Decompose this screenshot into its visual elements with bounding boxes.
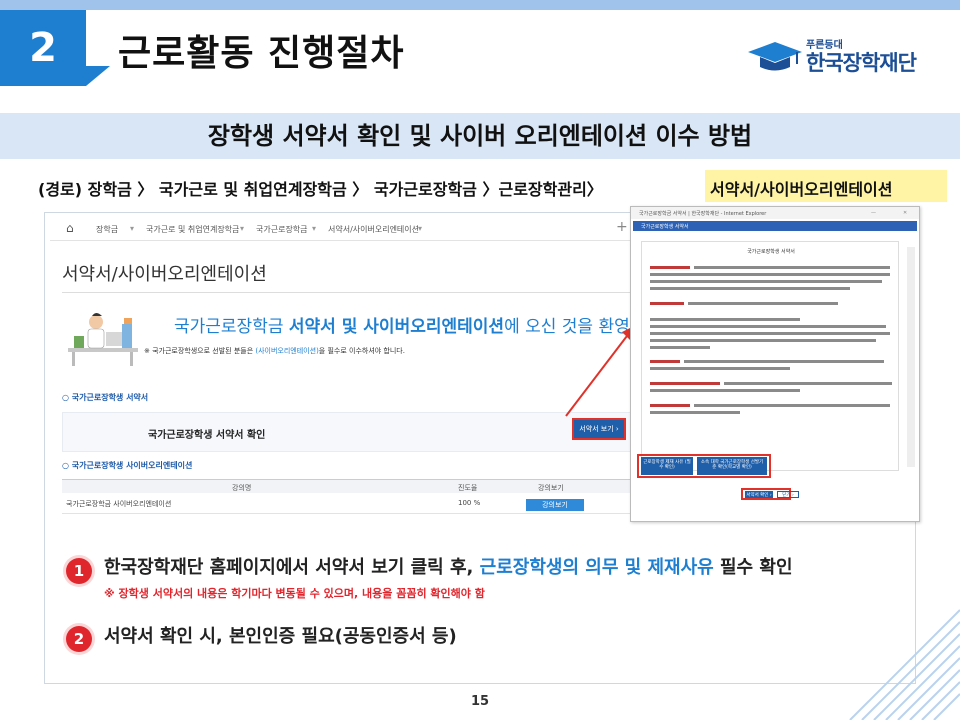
text-line (650, 287, 850, 290)
text-line (650, 266, 690, 269)
nav-item-national-work[interactable]: 국가근로장학금 (256, 224, 308, 235)
note-prefix: ※ 국가근로장학생으로 선발된 분들은 (144, 347, 256, 355)
step-2-badge: 2 (66, 626, 92, 652)
badge-corner (86, 66, 110, 86)
text-line (650, 280, 882, 283)
red-arrow-icon (565, 326, 634, 417)
section-label-pledge: 국가근로장학생 서약서 (62, 392, 148, 403)
text-line (650, 318, 800, 321)
logo-name: 한국장학재단 (806, 51, 917, 75)
confirm-pledge-button[interactable]: 서약서 확인 › (745, 491, 773, 498)
text-line (650, 367, 790, 370)
popup-tab: 국가근로장학생 서약서 (633, 221, 917, 231)
chevron-down-icon: ▾ (130, 224, 135, 233)
lecture-view-button[interactable]: 강의보기 (526, 499, 584, 511)
text-line (650, 346, 710, 349)
site-heading: 서약서/사이버오리엔테이션 (62, 264, 267, 285)
page-number: 15 (470, 694, 490, 709)
lecture-progress: 100 % (458, 499, 481, 507)
welcome-bold: 서약서 및 사이버오리엔테이션 (288, 317, 505, 337)
section-label-ot: 국가근로장학생 사이버오리엔테이션 (62, 460, 193, 471)
table-header: 강의명 진도율 강의보기 (62, 479, 632, 493)
text-line (694, 404, 890, 407)
divider (62, 292, 632, 293)
text-line (650, 404, 690, 407)
popup-tab-label: 국가근로장학생 서약서 (641, 224, 689, 230)
pledge-document: 국가근로장학생 서약서 (641, 241, 899, 471)
text-line (724, 382, 892, 385)
step-2-text: 서약서 확인 시, 본인인증 필요(공동인증서 등) (104, 626, 457, 647)
text-line (650, 389, 800, 392)
chevron-down-icon: ▾ (240, 224, 245, 233)
minimize-icon[interactable]: — (871, 210, 876, 216)
text-line (684, 360, 884, 363)
chevron-down-icon: ▾ (418, 224, 423, 233)
plus-icon[interactable]: + (616, 219, 628, 235)
step-1-accent: 근로장학생의 의무 및 제재사유 (479, 557, 714, 578)
popup-window-title: 국가근로장학금 서약서 | 한국장학재단 - Internet Explorer (639, 211, 767, 217)
column-header-view: 강의보기 (538, 484, 564, 492)
text-line (694, 266, 890, 269)
text-line (650, 325, 886, 328)
column-header-progress: 진도율 (458, 484, 478, 492)
step-1-prefix: 한국장학재단 홈페이지에서 서약서 보기 클릭 후, (104, 557, 480, 578)
welcome-note: ※ 국가근로장학생으로 선발된 분들은 (사이버오리엔테이션)을 필수로 이수하… (144, 346, 405, 356)
text-line (650, 302, 684, 305)
popup-titlebar: 국가근로장학금 서약서 | 한국장학재단 - Internet Explorer… (631, 207, 919, 219)
page-title: 근로활동 진행절차 (118, 33, 405, 74)
chevron-down-icon: ▾ (312, 224, 317, 233)
top-band (0, 0, 960, 10)
lecture-name: 국가근로장학금 사이버오리엔테이션 (66, 500, 172, 508)
sanction-reasons-button[interactable]: 근로장학생 제재 사유 (필수 확인) (641, 457, 693, 475)
section-number-badge: 2 (0, 10, 86, 86)
pledge-confirm-text: 국가근로장학생 서약서 확인 (148, 430, 266, 441)
step-1-badge: 1 (66, 558, 92, 584)
nav-item-pledge-ot[interactable]: 서약서/사이버오리엔테이션 (328, 224, 419, 235)
selection-criteria-button[interactable]: 소속 대학 국가근로장학생 선발기준 확인(학교별 확인) (697, 457, 767, 475)
note-suffix: 을 필수로 이수하셔야 합니다. (318, 347, 405, 355)
pledge-doc-title: 국가근로장학생 서약서 (747, 249, 795, 255)
text-line (688, 302, 838, 305)
note-link[interactable]: (사이버오리엔테이션) (255, 347, 318, 355)
step-1-note: ※ 장학생 서약서의 내용은 학기마다 변동될 수 있으며, 내용을 꼼꼼히 확… (104, 587, 485, 600)
nav-item-work-scholarship[interactable]: 국가근로 및 취업연계장학금 (146, 224, 239, 235)
close-icon[interactable]: ✕ (903, 210, 907, 216)
graduation-cap-icon (748, 42, 802, 71)
welcome-prefix: 국가근로장학금 (174, 317, 289, 337)
student-desk-illustration (68, 313, 138, 366)
nav-item-scholarship[interactable]: 장학금 (96, 224, 118, 235)
text-line (650, 360, 680, 363)
kosaf-logo: 푸른등대 한국장학재단 (748, 36, 938, 80)
text-line (650, 273, 890, 276)
site-breadcrumb-nav: ⌂ 장학금 ▾ 국가근로 및 취업연계장학금 ▾ 국가근로장학금 ▾ 서약서/사… (50, 217, 636, 241)
column-header-lecture: 강의명 (232, 484, 252, 492)
pledge-popup-window: 국가근로장학금 서약서 | 한국장학재단 - Internet Explorer… (630, 206, 920, 522)
home-icon[interactable]: ⌂ (66, 221, 74, 235)
popup-scrollbar[interactable] (907, 247, 915, 467)
close-popup-button[interactable]: 닫기 › (777, 491, 799, 498)
text-line (650, 339, 876, 342)
text-line (650, 411, 740, 414)
text-line (650, 332, 890, 335)
subtitle: 장학생 서약서 확인 및 사이버 오리엔테이션 이수 방법 (207, 122, 753, 150)
route-highlight: 서약서/사이버오리엔테이션 (710, 180, 893, 199)
route-path: (경로) 장학금 〉 국가근로 및 취업연계장학금 〉 국가근로장학금 〉근로장… (38, 180, 603, 199)
step-1-text: 한국장학재단 홈페이지에서 서약서 보기 클릭 후, 근로장학생의 의무 및 제… (104, 553, 793, 579)
text-line (650, 382, 720, 385)
step-1-suffix: 필수 확인 (713, 557, 793, 578)
